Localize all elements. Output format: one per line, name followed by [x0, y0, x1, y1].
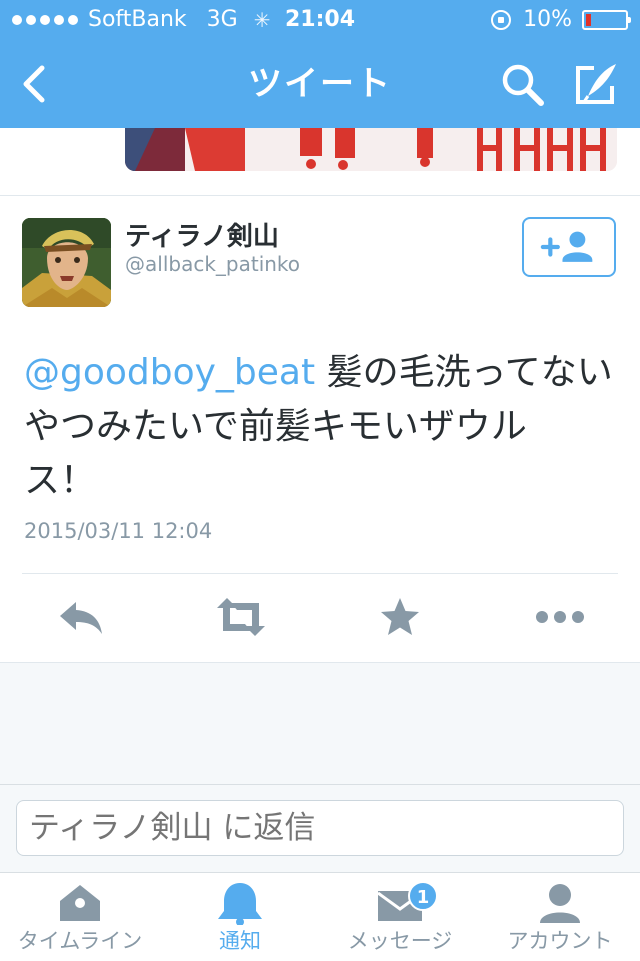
- tweet-text: @goodboy_beat 髪の毛洗ってない やつみたいで前髪キモいザウル ス！: [24, 346, 624, 508]
- favorite-star-icon[interactable]: [378, 594, 422, 640]
- app-header: 21:04 SoftBank 3G ✳ 10% ツイート: [0, 0, 640, 128]
- network-type: 3G: [206, 7, 238, 32]
- add-user-icon: [540, 231, 593, 262]
- more-dots-icon[interactable]: [534, 594, 586, 640]
- rotation-lock-icon: [491, 10, 512, 30]
- bell-icon: [218, 883, 262, 925]
- tweet-text-part: ス！: [24, 460, 97, 501]
- compose-tweet-icon[interactable]: [572, 60, 622, 108]
- envelope-icon: [377, 891, 423, 921]
- tab-label: メッセージ: [347, 929, 453, 953]
- mention-link[interactable]: @goodboy_beat: [24, 352, 315, 393]
- divider: [22, 573, 618, 574]
- battery-icon: [582, 10, 631, 30]
- display-name[interactable]: ティラノ剣山: [125, 216, 279, 253]
- tweet-text-part: やつみたいで前髪キモいザウル: [24, 406, 527, 447]
- search-icon[interactable]: [498, 60, 546, 108]
- battery-percent: 10%: [523, 7, 572, 32]
- home-icon: [60, 885, 100, 921]
- follow-button[interactable]: [522, 217, 616, 277]
- tweet-timestamp: 2015/03/11 12:04: [24, 519, 213, 543]
- previous-tweet-media: [0, 128, 640, 196]
- carrier-name: SoftBank: [88, 7, 187, 32]
- reply-input[interactable]: [16, 800, 624, 856]
- activity-spinner-icon: ✳: [253, 8, 271, 32]
- tab-timeline[interactable]: タイムライン: [0, 873, 160, 961]
- tab-messages[interactable]: メッセージ: [320, 873, 480, 961]
- reply-icon[interactable]: [56, 594, 106, 640]
- tab-label: タイムライン: [17, 929, 143, 953]
- media-thumbnail[interactable]: [125, 128, 617, 171]
- tweet-detail-view: ティラノ剣山 @allback_patinko @goodboy_beat 髪の…: [0, 128, 640, 784]
- unread-badge: 1: [408, 881, 438, 911]
- screen-name[interactable]: @allback_patinko: [125, 252, 300, 276]
- status-time: 21:04: [284, 7, 356, 32]
- tab-account[interactable]: アカウント: [480, 873, 640, 961]
- navigation-bar: ツイート: [0, 40, 640, 128]
- reply-bar: [0, 784, 640, 873]
- avatar[interactable]: [22, 218, 111, 307]
- tab-bar: タイムライン 通知 メッセージ 1 アカウント: [0, 872, 640, 961]
- person-icon: [540, 884, 580, 923]
- tweet-text-part: 髪の毛洗ってない: [315, 352, 613, 393]
- tweet-card: ティラノ剣山 @allback_patinko @goodboy_beat 髪の…: [0, 195, 640, 663]
- signal-strength-icon: [12, 15, 78, 25]
- status-bar: 21:04 SoftBank 3G ✳ 10%: [0, 0, 640, 40]
- tab-notifications[interactable]: 通知: [160, 873, 320, 961]
- tab-label: アカウント: [507, 929, 613, 953]
- retweet-icon[interactable]: [213, 594, 269, 640]
- tab-label: 通知: [219, 929, 261, 953]
